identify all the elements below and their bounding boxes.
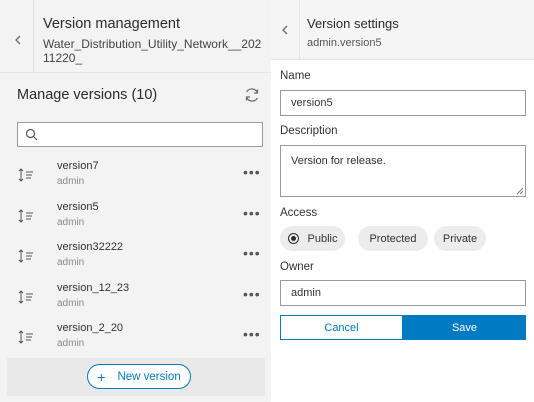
- sort-icon: [18, 290, 33, 304]
- manage-versions-title: Manage versions (10): [17, 87, 158, 103]
- version-list-item[interactable]: version32222 admin •••: [0, 241, 271, 281]
- access-option-label: Public: [307, 232, 338, 245]
- panel-subtitle: Water_Distribution_Utility_Network__2021…: [43, 37, 262, 65]
- version-list-item[interactable]: version7 admin •••: [0, 160, 271, 200]
- cancel-button[interactable]: Cancel: [280, 315, 403, 340]
- description-field[interactable]: Version for release.: [280, 145, 526, 197]
- owner-field[interactable]: [280, 280, 526, 306]
- version-owner: admin: [57, 298, 85, 309]
- chevron-left-icon: [15, 35, 21, 45]
- version-owner: admin: [57, 217, 85, 228]
- plus-icon: +: [97, 368, 106, 385]
- panel-footer: + New version: [7, 358, 265, 396]
- version-management-header: Version management Water_Distribution_Ut…: [0, 0, 271, 73]
- ellipsis-icon[interactable]: •••: [243, 205, 261, 221]
- ellipsis-icon[interactable]: •••: [243, 286, 261, 302]
- new-version-button[interactable]: + New version: [87, 364, 191, 389]
- ellipsis-icon[interactable]: •••: [243, 245, 261, 261]
- access-option-label: Protected: [369, 232, 417, 245]
- version-name: version5: [57, 201, 99, 213]
- version-owner: admin: [57, 257, 85, 268]
- back-button[interactable]: [2, 10, 34, 70]
- panel-title: Version management: [43, 16, 181, 32]
- access-label: Access: [280, 207, 318, 219]
- version-list-item[interactable]: version_2_20 admin •••: [0, 322, 271, 362]
- version-name: version_2_20: [57, 322, 124, 334]
- description-label: Description: [280, 125, 338, 137]
- version-owner: admin: [57, 176, 85, 187]
- sort-icon: [18, 209, 33, 223]
- version-management-panel: Version management Water_Distribution_Ut…: [0, 0, 271, 402]
- ellipsis-icon[interactable]: •••: [243, 326, 261, 342]
- version-name: version32222: [57, 241, 124, 253]
- search-input[interactable]: [17, 122, 263, 147]
- access-public-option[interactable]: Public: [280, 226, 345, 251]
- version-list-item[interactable]: version5 admin •••: [0, 201, 271, 241]
- new-version-label: New version: [117, 370, 181, 383]
- sort-icon: [18, 330, 33, 344]
- radio-selected-icon: [287, 233, 299, 244]
- access-private-option[interactable]: Private: [434, 226, 486, 251]
- sort-icon: [18, 168, 33, 182]
- header-divider: [299, 0, 300, 60]
- settings-title: Version settings: [307, 16, 399, 31]
- resize-grip-icon[interactable]: [516, 187, 524, 195]
- version-settings-panel: Version settings admin.version5 Name Des…: [271, 0, 534, 402]
- version-name: version7: [57, 160, 99, 172]
- version-name: version_12_23: [57, 282, 130, 294]
- ellipsis-icon[interactable]: •••: [243, 164, 261, 180]
- back-button[interactable]: [271, 5, 299, 55]
- access-option-label: Private: [442, 232, 478, 245]
- chevron-left-icon: [282, 25, 288, 35]
- access-protected-option[interactable]: Protected: [358, 226, 428, 251]
- sort-icon: [18, 249, 33, 263]
- version-list-item[interactable]: version_12_23 admin •••: [0, 282, 271, 322]
- save-button[interactable]: Save: [403, 315, 526, 340]
- version-settings-header: Version settings admin.version5: [271, 0, 534, 60]
- header-divider: [33, 0, 34, 73]
- search-icon: [25, 128, 38, 141]
- owner-label: Owner: [280, 261, 314, 273]
- name-label: Name: [280, 70, 311, 82]
- version-owner: admin: [57, 338, 85, 349]
- name-field[interactable]: [280, 90, 526, 116]
- refresh-icon[interactable]: [242, 85, 262, 105]
- settings-subtitle: admin.version5: [307, 37, 382, 49]
